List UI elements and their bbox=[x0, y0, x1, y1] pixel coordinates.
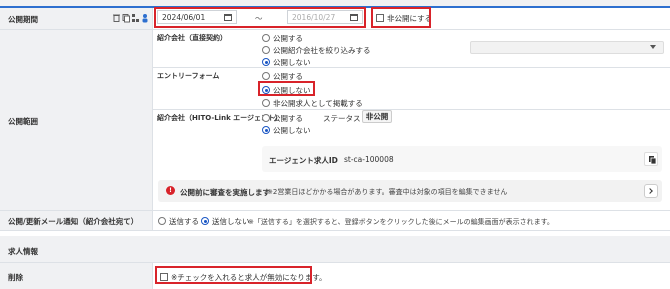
copy-icon bbox=[649, 156, 657, 165]
chevron-down-icon bbox=[650, 45, 656, 49]
mail-option-no-send[interactable]: 送信しない bbox=[201, 216, 250, 227]
copy-button[interactable] bbox=[644, 152, 658, 166]
option-label: 公開しない bbox=[273, 126, 311, 135]
option-label: 公開する bbox=[273, 34, 303, 43]
radio-selected-icon[interactable] bbox=[262, 126, 270, 134]
network-icon bbox=[132, 14, 139, 22]
radio-icon[interactable] bbox=[262, 114, 270, 122]
mail-option-send[interactable]: 送信する bbox=[158, 216, 199, 227]
option-label: 公開する bbox=[273, 72, 303, 81]
agent-id-value: st-ca-100008 bbox=[344, 155, 394, 164]
status-label: ステータス bbox=[323, 114, 361, 123]
review-notice: ! 公開前に審査を実施します ※2営業日ほどかかる場合があります。審査中は対象の… bbox=[158, 180, 662, 202]
copy-icon bbox=[122, 14, 130, 23]
review-notice-text: ※2営業日ほどかかる場合があります。審査中は対象の項目を編集できません bbox=[267, 188, 508, 196]
divider bbox=[152, 67, 670, 68]
alert-icon: ! bbox=[166, 186, 175, 195]
divider bbox=[152, 109, 670, 110]
entry-option-hidden-job[interactable]: 非公開求人として掲載する bbox=[262, 98, 363, 109]
introducer-filter-select[interactable] bbox=[470, 41, 664, 54]
radio-icon[interactable] bbox=[262, 72, 270, 80]
option-label: 公開しない bbox=[273, 58, 311, 67]
highlight-box bbox=[154, 7, 366, 28]
introducer-title: 紹介会社（直接契約） bbox=[157, 34, 227, 42]
publish-period-icons bbox=[113, 13, 149, 23]
option-label: 送信する bbox=[169, 217, 199, 226]
mail-notify-label: 公開/更新メール通知（紹介会社宛て） bbox=[8, 217, 139, 226]
divider bbox=[0, 29, 670, 30]
option-label: 公開する bbox=[273, 114, 303, 123]
highlight-box bbox=[155, 266, 312, 284]
agent-id-card: エージェント求人ID st-ca-100008 bbox=[262, 146, 662, 172]
radio-icon[interactable] bbox=[262, 46, 270, 54]
job-info-title: 求人情報 bbox=[8, 247, 38, 256]
delete-label: 削除 bbox=[8, 273, 23, 282]
trash-icon bbox=[113, 14, 120, 22]
mail-notify-note: ※「送信する」を選択すると、登録ボタンをクリックした後にメールの編集画面が表示さ… bbox=[248, 218, 554, 226]
chevron-right-icon bbox=[647, 188, 653, 194]
person-icon bbox=[142, 14, 148, 23]
radio-icon[interactable] bbox=[262, 99, 270, 107]
review-notice-title: 公開前に審査を実施します bbox=[180, 188, 270, 197]
introducer-option-private[interactable]: 公開しない bbox=[262, 57, 311, 68]
publish-period-label: 公開期間 bbox=[8, 15, 38, 24]
agent-id-label: エージェント求人ID bbox=[269, 156, 338, 165]
option-label: 非公開求人として掲載する bbox=[273, 99, 363, 108]
introducer-option-public[interactable]: 公開する bbox=[262, 33, 303, 44]
column-divider bbox=[152, 262, 153, 289]
divider bbox=[0, 210, 670, 211]
entry-form-title: エントリーフォーム bbox=[157, 72, 220, 80]
review-detail-button[interactable] bbox=[644, 184, 658, 198]
column-divider bbox=[152, 8, 153, 230]
radio-selected-icon[interactable] bbox=[201, 217, 209, 225]
option-label: 送信しない bbox=[212, 217, 250, 226]
radio-icon[interactable] bbox=[262, 34, 270, 42]
hitolink-option-private[interactable]: 公開しない bbox=[262, 125, 311, 136]
highlight-box bbox=[258, 81, 315, 96]
divider bbox=[0, 230, 670, 231]
introducer-option-filter[interactable]: 公開紹介会社を絞り込みする bbox=[262, 45, 371, 56]
radio-selected-icon[interactable] bbox=[262, 58, 270, 66]
publish-scope-label: 公開範囲 bbox=[8, 117, 38, 126]
highlight-box bbox=[371, 7, 431, 28]
hitolink-option-public[interactable]: 公開する bbox=[262, 113, 303, 124]
option-label: 公開紹介会社を絞り込みする bbox=[273, 46, 371, 55]
radio-icon[interactable] bbox=[158, 217, 166, 225]
status-badge: 非公開 bbox=[362, 110, 392, 123]
